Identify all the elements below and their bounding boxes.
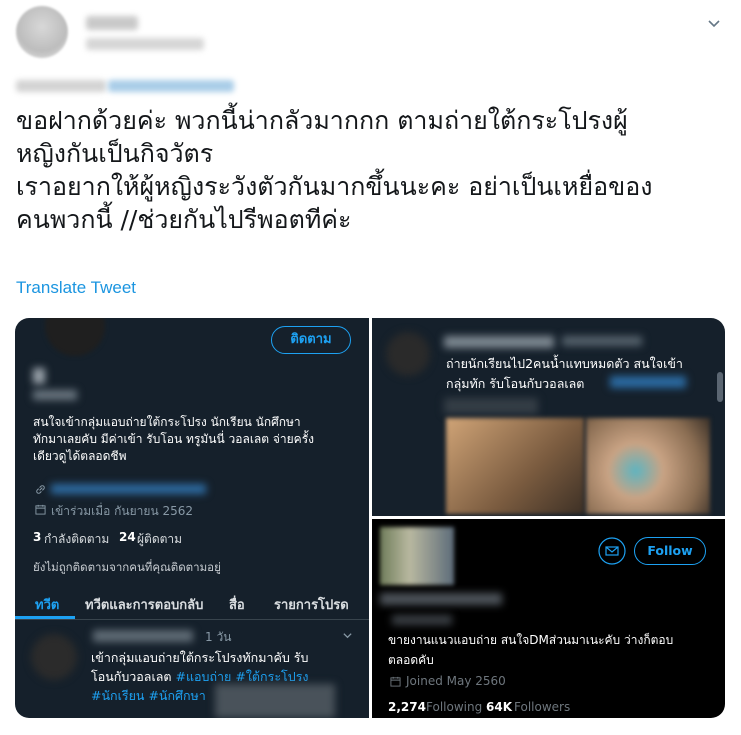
calendar-icon bbox=[390, 676, 401, 687]
media-profile-screenshot[interactable]: ติดตาม สนใจเข้ากลุ่มแอบถ่ายใต้กระโปรง นั… bbox=[15, 318, 369, 718]
hashtag-1[interactable]: #แอบถ่าย bbox=[175, 669, 231, 684]
photo-right-redacted bbox=[586, 418, 710, 514]
hashtag-4[interactable]: #นักศึกษา bbox=[148, 688, 205, 703]
photo-left-redacted bbox=[446, 418, 584, 514]
profile-url-redacted[interactable] bbox=[51, 484, 206, 494]
scrollbar[interactable] bbox=[717, 372, 723, 402]
tweet-text-line-1: ถ่ายนักเรียนไป2คนน้ำแทบหมดตัว สนใจเข้า bbox=[446, 356, 683, 371]
profile-bio-line-2: ตลอดคับ bbox=[388, 653, 434, 667]
following-count[interactable]: 2,274 bbox=[388, 700, 426, 714]
hashtag-redacted[interactable] bbox=[610, 376, 686, 388]
tab-likes[interactable]: รายการโปรด bbox=[274, 594, 349, 615]
avatar[interactable] bbox=[16, 6, 68, 58]
media-profile-screenshot-2[interactable]: Follow ขายงานแนวแอบถ่าย สนใจDMส่วนมาเนะค… bbox=[372, 519, 725, 718]
tweet-header bbox=[14, 4, 729, 64]
profile-handle-redacted bbox=[392, 615, 452, 625]
followers-label[interactable]: ผู้ติดตาม bbox=[137, 530, 182, 549]
tab-tweets[interactable]: ทวีต bbox=[35, 594, 59, 615]
hashtag-3[interactable]: #นักเรียน bbox=[91, 688, 144, 703]
message-icon[interactable] bbox=[598, 537, 626, 565]
following-count[interactable]: 3 bbox=[33, 530, 41, 544]
profile-name-redacted bbox=[380, 593, 502, 605]
profile-bio-line-1: ขายงานแนวแอบถ่าย สนใจDMส่วนมาเนะคับ ว่าง… bbox=[388, 633, 674, 647]
follow-button[interactable]: ติดตาม bbox=[271, 326, 351, 354]
tweet-text: ขอฝากด้วยค่ะ พวกนี้น่ากลัวมากกก ตามถ่ายใ… bbox=[16, 106, 653, 234]
tweet-avatar bbox=[31, 634, 77, 680]
reply-to-link-redacted[interactable] bbox=[108, 80, 234, 92]
profile-avatar bbox=[380, 527, 454, 585]
tweet-media-grid[interactable]: ติดตาม สนใจเข้ากลุ่มแอบถ่ายใต้กระโปรง นั… bbox=[15, 318, 725, 718]
follow-button[interactable]: Follow bbox=[634, 537, 706, 565]
followers-count[interactable]: 64K bbox=[486, 700, 512, 714]
profile-name-redacted bbox=[33, 368, 45, 384]
followers-count[interactable]: 24 bbox=[119, 530, 136, 544]
tabs-divider bbox=[15, 619, 369, 620]
tab-tweets-replies[interactable]: ทวีตและการตอบกลับ bbox=[85, 594, 203, 615]
tweet-media-redacted bbox=[215, 684, 335, 718]
tweet-author-redacted bbox=[93, 630, 193, 642]
followers-label[interactable]: Followers bbox=[514, 700, 570, 714]
translate-tweet-link[interactable]: Translate Tweet bbox=[16, 278, 136, 298]
profile-handle-redacted bbox=[33, 390, 77, 400]
profile-avatar bbox=[45, 318, 105, 356]
tweet-line-1: เข้ากลุ่มแอบถ่ายใต้กระโปรงทักมาคับ รับ bbox=[91, 650, 309, 665]
tweet-time[interactable]: 1 วัน bbox=[205, 628, 231, 647]
following-label[interactable]: กำลังติดตาม bbox=[44, 530, 109, 549]
following-label[interactable]: Following bbox=[426, 700, 482, 714]
media-thumbnail-redacted[interactable] bbox=[444, 398, 538, 414]
profile-joined: Joined May 2560 bbox=[406, 674, 506, 688]
tweet-line-3: #นักเรียน #นักศึกษา bbox=[91, 686, 206, 706]
hashtag-2[interactable]: #ใต้กระโปรง bbox=[235, 669, 308, 684]
profile-bio: สนใจเข้ากลุ่มแอบถ่ายใต้กระโปรง นักเรียน … bbox=[33, 415, 315, 463]
media-tweet-screenshot[interactable]: ถ่ายนักเรียนไป2คนน้ำแทบหมดตัว สนใจเข้า ก… bbox=[372, 318, 725, 516]
profile-joined: เข้าร่วมเมื่อ กันยายน 2562 bbox=[51, 504, 193, 518]
tweet-author-redacted bbox=[444, 336, 554, 348]
tab-media[interactable]: สื่อ bbox=[229, 594, 245, 615]
display-name-redacted[interactable] bbox=[86, 16, 138, 30]
tweet-avatar bbox=[386, 332, 430, 376]
not-followed-note: ยังไม่ถูกติดตามจากคนที่คุณติดตามอยู่ bbox=[33, 560, 221, 574]
chevron-down-icon[interactable] bbox=[342, 630, 353, 641]
tweet-handle-redacted bbox=[562, 336, 642, 346]
reply-to-redacted bbox=[16, 80, 106, 92]
handle-redacted[interactable] bbox=[86, 38, 204, 50]
tweet-line-2-text: โอนกับวอลเลต bbox=[91, 669, 176, 684]
tweet-text-line-2: กลุ่มทัก รับโอนกับวอลเลต bbox=[446, 376, 585, 391]
calendar-icon bbox=[35, 504, 46, 515]
link-icon bbox=[36, 485, 45, 494]
chevron-down-icon[interactable] bbox=[707, 16, 721, 30]
